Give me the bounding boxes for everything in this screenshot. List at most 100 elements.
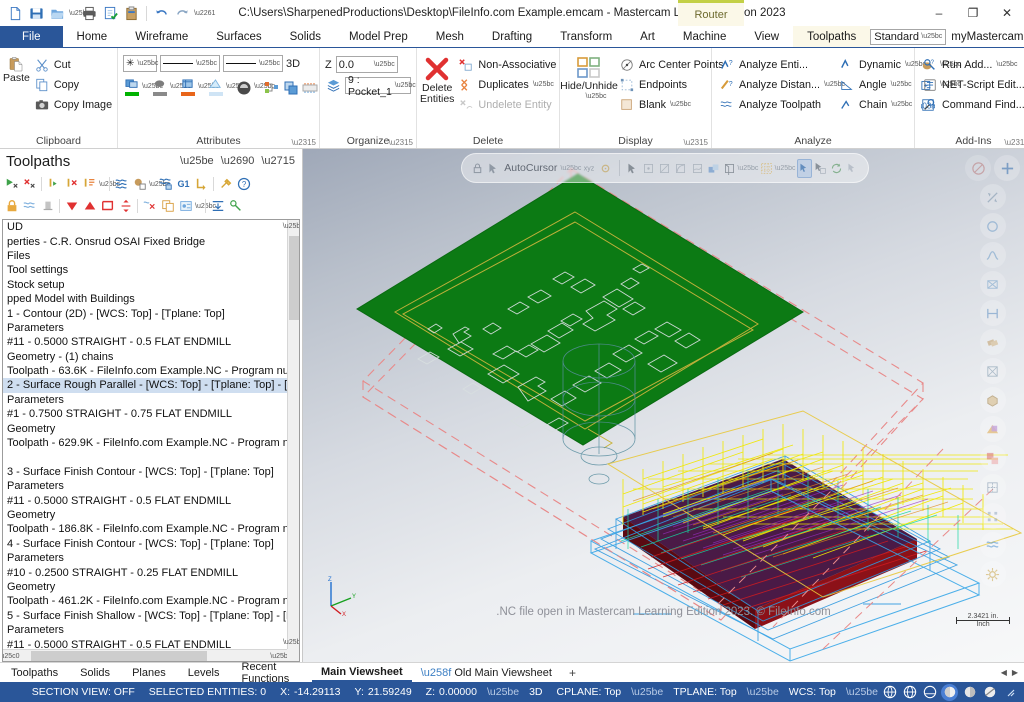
clipboard-icon[interactable] — [122, 4, 141, 23]
line-style-select[interactable]: \u25bc — [160, 55, 220, 72]
scroll-down-icon[interactable]: \u25bc — [283, 636, 299, 649]
chevron-down-icon[interactable]: \u25bc — [374, 61, 395, 68]
duplicates-dropdown-icon[interactable]: \u25bc — [533, 81, 554, 88]
addins-dialog-launcher[interactable]: \u2315 — [1004, 138, 1024, 147]
undelete-entity-button[interactable]: Undelete Entity — [454, 95, 560, 114]
tab-toolpaths[interactable]: Toolpaths — [793, 26, 871, 47]
tree-row[interactable]: Tool settings — [3, 263, 287, 277]
analyze-chain-button[interactable]: Chain \u25bc — [835, 95, 916, 114]
analyze-distance-dropdown-icon[interactable]: \u25bc — [824, 81, 845, 88]
shaded-wire-icon[interactable] — [961, 684, 978, 701]
print-preview-icon[interactable] — [101, 4, 120, 23]
copy-attributes-icon[interactable] — [282, 76, 299, 96]
redo-icon[interactable] — [173, 4, 192, 23]
select-spline-icon[interactable] — [690, 159, 704, 178]
cut-button[interactable]: Cut — [30, 55, 116, 74]
verify-icon[interactable] — [131, 175, 148, 193]
tab-transform[interactable]: Transform — [546, 26, 626, 47]
delete-toolpath-icon[interactable] — [141, 197, 158, 215]
scroll-up-icon[interactable]: \u25b2 — [283, 220, 299, 233]
spline-tool-icon[interactable] — [979, 242, 1006, 268]
tab-drafting[interactable]: Drafting — [478, 26, 546, 47]
viewsheet-prev-icon[interactable]: ◀ — [1001, 668, 1007, 677]
analyze-toolpath-button[interactable]: Analyze Toolpath — [715, 95, 835, 114]
bottom-tab-planes[interactable]: Planes — [121, 663, 177, 682]
select-line-icon[interactable] — [658, 159, 672, 178]
copy-icon[interactable] — [159, 197, 176, 215]
tree-row[interactable]: #11 - 0.5000 STRAIGHT - 0.5 FLAT ENDMILL — [3, 335, 287, 349]
select-all-icon[interactable] — [796, 158, 812, 178]
toggle-posting-icon[interactable] — [39, 197, 56, 215]
tree-row[interactable]: Geometry — [3, 580, 287, 594]
tree-horizontal-scrollbar[interactable]: \u25c0 \u25b6 — [3, 649, 292, 661]
tree-row[interactable]: 4 - Surface Finish Contour - [WCS: Top] … — [3, 537, 287, 551]
toggle-toolpath-display-icon[interactable] — [21, 197, 38, 215]
viewsheet-next-icon[interactable]: ▶ — [1012, 668, 1018, 677]
levels-tool-icon[interactable] — [979, 474, 1006, 500]
wireframe-color-dropdown-icon[interactable]: \u25bc — [142, 83, 163, 90]
distance-tool-icon[interactable] — [979, 300, 1006, 326]
g1-post-icon[interactable]: G1 — [175, 175, 192, 193]
backplot-icon[interactable] — [113, 175, 130, 193]
undo-select-icon[interactable] — [846, 159, 860, 178]
tool-manager-icon[interactable] — [217, 175, 234, 193]
tree-row[interactable]: perties - C.R. Onsrud OSAI Fixed Bridge — [3, 234, 287, 248]
save-icon[interactable] — [27, 4, 46, 23]
open-icon[interactable] — [48, 4, 67, 23]
origin-icon[interactable] — [599, 159, 613, 178]
non-associative-button[interactable]: Non-Associative — [454, 55, 560, 74]
vertical-scroll-thumb[interactable] — [289, 236, 299, 320]
tree-row[interactable]: Toolpath - 461.2K - FileInfo.com Example… — [3, 594, 287, 608]
xyz-coordinates-icon[interactable]: xyz — [582, 159, 596, 178]
settings-icon[interactable] — [979, 561, 1006, 587]
rotate-select-icon[interactable] — [830, 159, 844, 178]
attributes-dialog-launcher[interactable]: \u2315 — [292, 138, 316, 147]
bottom-tab-solids[interactable]: Solids — [69, 663, 121, 682]
status-view-mode[interactable]: 3D — [522, 686, 549, 698]
select-all-operations-icon[interactable] — [3, 175, 20, 193]
context-tab-router[interactable]: Router — [678, 0, 744, 26]
help-icon[interactable]: ? — [235, 175, 252, 193]
viewsheet-main[interactable]: Main Viewsheet — [312, 663, 412, 682]
autocursor-dropdown-icon[interactable]: \u25bc — [560, 159, 581, 178]
tree-row[interactable]: pped Model with Buildings — [3, 292, 287, 306]
tree-row[interactable]: Toolpath - 629.9K - FileInfo.com Example… — [3, 436, 287, 450]
attribute-manager-icon[interactable] — [263, 76, 280, 96]
analyze-entity-button[interactable]: ? Analyze Enti... — [715, 55, 835, 74]
status-tplane[interactable]: TPLANE: Top — [666, 686, 743, 698]
tree-row[interactable]: Geometry — [3, 421, 287, 435]
z-depth-input[interactable]: 0.0 \u25bc — [335, 56, 398, 73]
configuration-select[interactable]: Standard \u25bc — [870, 28, 947, 45]
deselect-all-operations-icon[interactable] — [21, 175, 38, 193]
tab-view[interactable]: View — [740, 26, 793, 47]
mesh-tool-icon[interactable] — [979, 358, 1006, 384]
edit-selected-icon[interactable] — [177, 197, 194, 215]
circle-tool-icon[interactable] — [979, 213, 1006, 239]
arc-center-points-button[interactable]: Arc Center Points — [615, 55, 728, 74]
tree-row[interactable]: Parameters — [3, 479, 287, 493]
add-viewsheet-button[interactable]: + — [561, 663, 584, 682]
tree-row[interactable]: #1 - 0.7500 STRAIGHT - 0.75 FLAT ENDMILL — [3, 407, 287, 421]
toolpath-group-icon[interactable] — [99, 197, 116, 215]
tree-row[interactable]: Toolpath - 186.8K - FileInfo.com Example… — [3, 522, 287, 536]
material-color-icon[interactable] — [207, 76, 224, 96]
select-mesh-icon[interactable] — [759, 159, 773, 178]
run-addin-dropdown-icon[interactable]: \u25bc — [996, 61, 1017, 68]
tab-surfaces[interactable]: Surfaces — [202, 26, 275, 47]
select-arc-icon[interactable] — [674, 159, 688, 178]
tab-file[interactable]: File — [0, 26, 63, 47]
select-surface-icon[interactable] — [706, 159, 720, 178]
zoom-window-icon[interactable] — [979, 184, 1006, 210]
tab-mesh[interactable]: Mesh — [422, 26, 478, 47]
surface-color-icon[interactable] — [151, 76, 168, 96]
analyze-distance-button[interactable]: ? Analyze Distan... \u25bc — [715, 75, 845, 94]
transform-tool-icon[interactable] — [979, 329, 1006, 355]
tab-art[interactable]: Art — [626, 26, 669, 47]
copy-image-button[interactable]: Copy Image — [30, 95, 116, 114]
tab-machine[interactable]: Machine — [669, 26, 740, 47]
run-addin-button[interactable]: Run Add... \u25bc — [918, 55, 1024, 74]
status-section-view[interactable]: SECTION VIEW: OFF — [25, 686, 142, 698]
move-down-icon[interactable] — [63, 197, 80, 215]
delete-entities-button[interactable]: Delete Entities — [420, 52, 454, 105]
tree-row[interactable]: Parameters — [3, 321, 287, 335]
